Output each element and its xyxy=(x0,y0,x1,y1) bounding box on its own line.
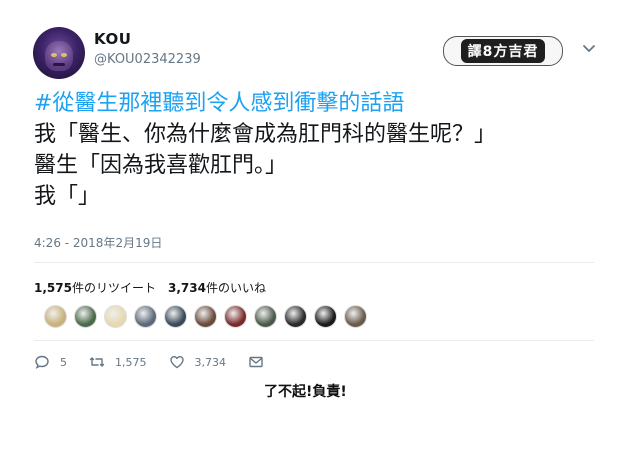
translator-caption: 了不起!負責! xyxy=(264,384,347,400)
tweet-text: #從醫生那裡聽到令人感到衝擊的話語 我「醫生、你為什麼會成為肛門科的醫生呢？」 … xyxy=(34,88,496,212)
tweet-actions: 5 1,575 3,734 xyxy=(34,354,296,370)
heart-icon xyxy=(169,356,184,369)
chevron-down-icon[interactable] xyxy=(581,40,597,56)
liker-avatar[interactable] xyxy=(194,305,217,328)
dm-button[interactable] xyxy=(248,354,274,370)
divider xyxy=(34,262,594,263)
tweet-hashtag[interactable]: #從醫生那裡聽到令人感到衝擊的話語 xyxy=(34,88,496,119)
retweets-label[interactable]: 件のリツイート xyxy=(72,281,156,295)
liker-avatar[interactable] xyxy=(134,305,157,328)
reply-icon xyxy=(35,355,49,369)
avatar-eye xyxy=(51,53,57,57)
reply-button[interactable]: 5 xyxy=(34,354,67,370)
tweet-stats: 1,575件のリツイート 3,734件のいいね xyxy=(34,279,266,296)
tweet-line: 我「」 xyxy=(34,184,101,209)
tweet-line: 醫生「因為我喜歡肛門。」 xyxy=(34,153,288,178)
liker-avatar[interactable] xyxy=(344,305,367,328)
liker-avatars xyxy=(44,305,367,328)
user-avatar[interactable] xyxy=(33,27,85,79)
liker-avatar[interactable] xyxy=(254,305,277,328)
avatar-face xyxy=(45,41,73,71)
liker-avatar[interactable] xyxy=(104,305,127,328)
like-count: 3,734 xyxy=(194,355,227,369)
tweet-line: 我「醫生、你為什麼會成為肛門科的醫生呢？」 xyxy=(34,122,497,147)
avatar-eye xyxy=(61,53,67,57)
retweet-count: 1,575 xyxy=(115,355,147,369)
translator-badge: 譯8方吉君 xyxy=(443,36,563,66)
reply-count: 5 xyxy=(60,355,67,369)
envelope-icon xyxy=(249,356,263,368)
user-handle[interactable]: @KOU02342239 xyxy=(94,52,201,67)
like-button[interactable]: 3,734 xyxy=(169,354,227,370)
liker-avatar[interactable] xyxy=(74,305,97,328)
likes-count[interactable]: 3,734 xyxy=(168,281,206,295)
liker-avatar[interactable] xyxy=(284,305,307,328)
liker-avatar[interactable] xyxy=(314,305,337,328)
likes-label[interactable]: 件のいいね xyxy=(206,281,266,295)
liker-avatar[interactable] xyxy=(224,305,247,328)
user-display-name[interactable]: KOU xyxy=(94,30,131,48)
divider xyxy=(34,340,594,341)
retweet-button[interactable]: 1,575 xyxy=(89,354,147,370)
liker-avatar[interactable] xyxy=(44,305,67,328)
liker-avatar[interactable] xyxy=(164,305,187,328)
tweet-timestamp[interactable]: 4:26 - 2018年2月19日 xyxy=(34,234,162,251)
retweets-count[interactable]: 1,575 xyxy=(34,281,72,295)
translator-badge-text: 譯8方吉君 xyxy=(460,39,546,63)
avatar-mouth xyxy=(53,63,65,66)
retweet-icon xyxy=(89,357,105,367)
